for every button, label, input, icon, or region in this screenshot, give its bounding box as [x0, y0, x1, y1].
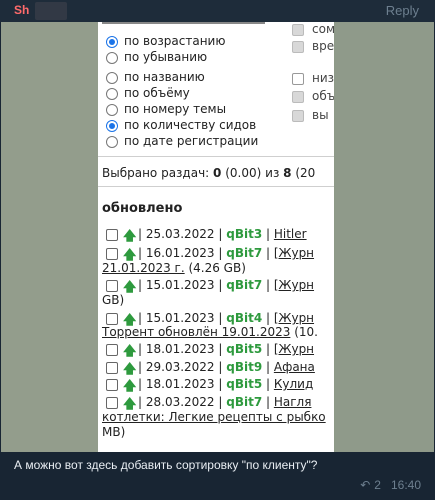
radio-selected-icon [106, 36, 118, 48]
radio-icon [106, 88, 118, 100]
radio-icon [106, 52, 118, 64]
row-continuation: Торрент обновлён 19.01.2023 (10. [102, 325, 318, 339]
row-continuation: MB) [102, 425, 126, 439]
section-title: обновлено [102, 201, 183, 216]
checkbox [106, 379, 118, 391]
message-header: Sh Reply [0, 0, 435, 22]
top-border [102, 22, 265, 24]
arrow-up-icon: 🡅 [123, 280, 137, 295]
checkbox [292, 110, 304, 122]
reply-button[interactable]: Reply [386, 3, 419, 18]
right-option: вре [288, 39, 334, 55]
radio-icon [106, 72, 118, 84]
row-continuation: котлетки: Легкие рецепты с рыбко [102, 410, 326, 424]
right-options-column: сом вре низ объ вы [288, 22, 334, 132]
checkbox [106, 229, 118, 241]
replies-count[interactable]: 2 [374, 478, 381, 492]
photo-screenshot-content: сом вре низ объ вы по возрастанию по убы… [98, 22, 334, 452]
selected-summary: Выбрано раздач: 0 (0.00) из 8 (20 [102, 166, 316, 180]
checkbox [106, 313, 118, 325]
right-option: объ [288, 89, 334, 105]
row-continuation: GB) [102, 293, 125, 307]
checkbox [292, 24, 304, 36]
right-option: низ [288, 71, 334, 87]
divider [98, 156, 334, 157]
message-time: 16:40 [390, 478, 421, 492]
checkbox [106, 248, 118, 260]
checkbox [106, 362, 118, 374]
reply-arrow-icon[interactable]: ↶ [360, 478, 370, 492]
checkbox [292, 91, 304, 103]
checkbox [106, 397, 118, 409]
checkbox [292, 73, 304, 85]
checkbox [106, 344, 118, 356]
sender-name[interactable]: Sh [14, 3, 29, 17]
radio-icon [106, 136, 118, 148]
right-option: вы [288, 108, 334, 124]
sender-name-redacted [35, 2, 67, 20]
row-continuation: 21.01.2023 г. (4.26 GB) [102, 261, 246, 275]
message-text: А можно вот здесь добавить сортировку "п… [14, 458, 318, 472]
checkbox [292, 41, 304, 53]
right-option: сом [288, 22, 334, 38]
message-bubble: Sh Reply сом вре низ объ вы по возрастан… [0, 0, 435, 500]
radio-selected-icon [106, 120, 118, 132]
divider [98, 186, 334, 187]
message-meta: ↶ 2 16:40 [360, 478, 421, 492]
radio-icon [106, 104, 118, 116]
checkbox [106, 280, 118, 292]
